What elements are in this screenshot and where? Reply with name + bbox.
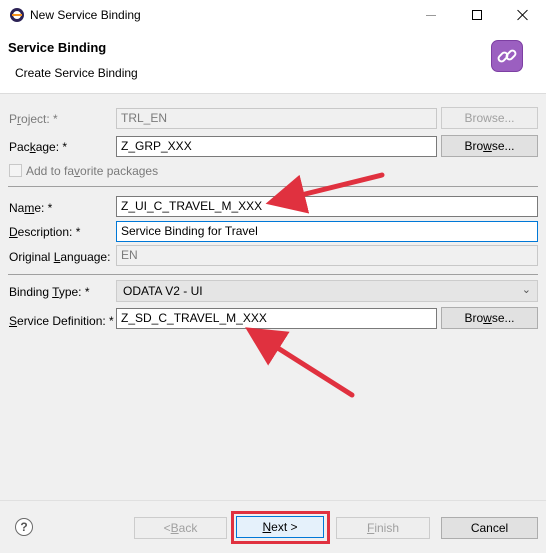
footer-divider bbox=[0, 500, 546, 501]
annotation-arrow-service-definition bbox=[245, 327, 355, 398]
binding-type-select[interactable]: ODATA V2 - UI ⌄ bbox=[116, 280, 538, 302]
service-binding-icon bbox=[491, 40, 523, 72]
eclipse-app-icon bbox=[10, 8, 24, 22]
wizard-title: Service Binding bbox=[8, 40, 107, 55]
favorite-label: Add to favorite packages bbox=[26, 164, 159, 178]
cancel-button[interactable]: Cancel bbox=[441, 517, 538, 539]
service-definition-browse-button[interactable]: Bro w se... bbox=[441, 307, 538, 329]
back-button[interactable]: < Back bbox=[134, 517, 227, 539]
minimize-button[interactable] bbox=[408, 0, 454, 30]
description-field[interactable]: Service Binding for Travel bbox=[116, 221, 538, 242]
package-field[interactable]: Z_GRP_XXX bbox=[116, 136, 437, 157]
separator bbox=[8, 186, 538, 187]
wizard-header: Service Binding Create Service Binding bbox=[0, 30, 546, 94]
chevron-down-icon: ⌄ bbox=[521, 284, 531, 296]
maximize-button[interactable] bbox=[454, 0, 500, 30]
wizard-subtitle: Create Service Binding bbox=[15, 66, 138, 80]
description-label: Description: * bbox=[9, 225, 81, 239]
package-browse-button[interactable]: Bro w se... bbox=[441, 135, 538, 157]
favorite-checkbox[interactable] bbox=[9, 164, 22, 177]
close-button[interactable] bbox=[500, 0, 546, 30]
project-field[interactable]: TRL_EN bbox=[116, 108, 437, 129]
project-browse-button[interactable]: Browse... bbox=[441, 107, 538, 129]
separator bbox=[8, 274, 538, 275]
help-icon[interactable]: ? bbox=[15, 518, 33, 536]
project-label: Project: * bbox=[9, 112, 58, 126]
service-definition-field[interactable]: Z_SD_C_TRAVEL_M_XXX bbox=[116, 308, 437, 329]
annotation-highlight-next bbox=[231, 511, 330, 544]
name-field[interactable]: Z_UI_C_TRAVEL_M_XXX bbox=[116, 196, 538, 217]
language-label: Original Language: bbox=[9, 250, 111, 264]
name-label: Name: * bbox=[9, 201, 53, 215]
minimize-icon bbox=[426, 14, 436, 16]
package-label: Package: * bbox=[9, 140, 68, 154]
close-icon bbox=[517, 9, 529, 21]
window-title: New Service Binding bbox=[30, 8, 141, 22]
binding-type-label: Binding Type: * bbox=[9, 285, 90, 299]
title-bar: New Service Binding bbox=[0, 0, 546, 30]
maximize-icon bbox=[472, 10, 482, 20]
language-field[interactable]: EN bbox=[116, 245, 538, 266]
service-definition-label: Service Definition: * bbox=[9, 314, 114, 328]
finish-button[interactable]: Finish bbox=[336, 517, 430, 539]
binding-type-value: ODATA V2 - UI bbox=[123, 284, 203, 298]
